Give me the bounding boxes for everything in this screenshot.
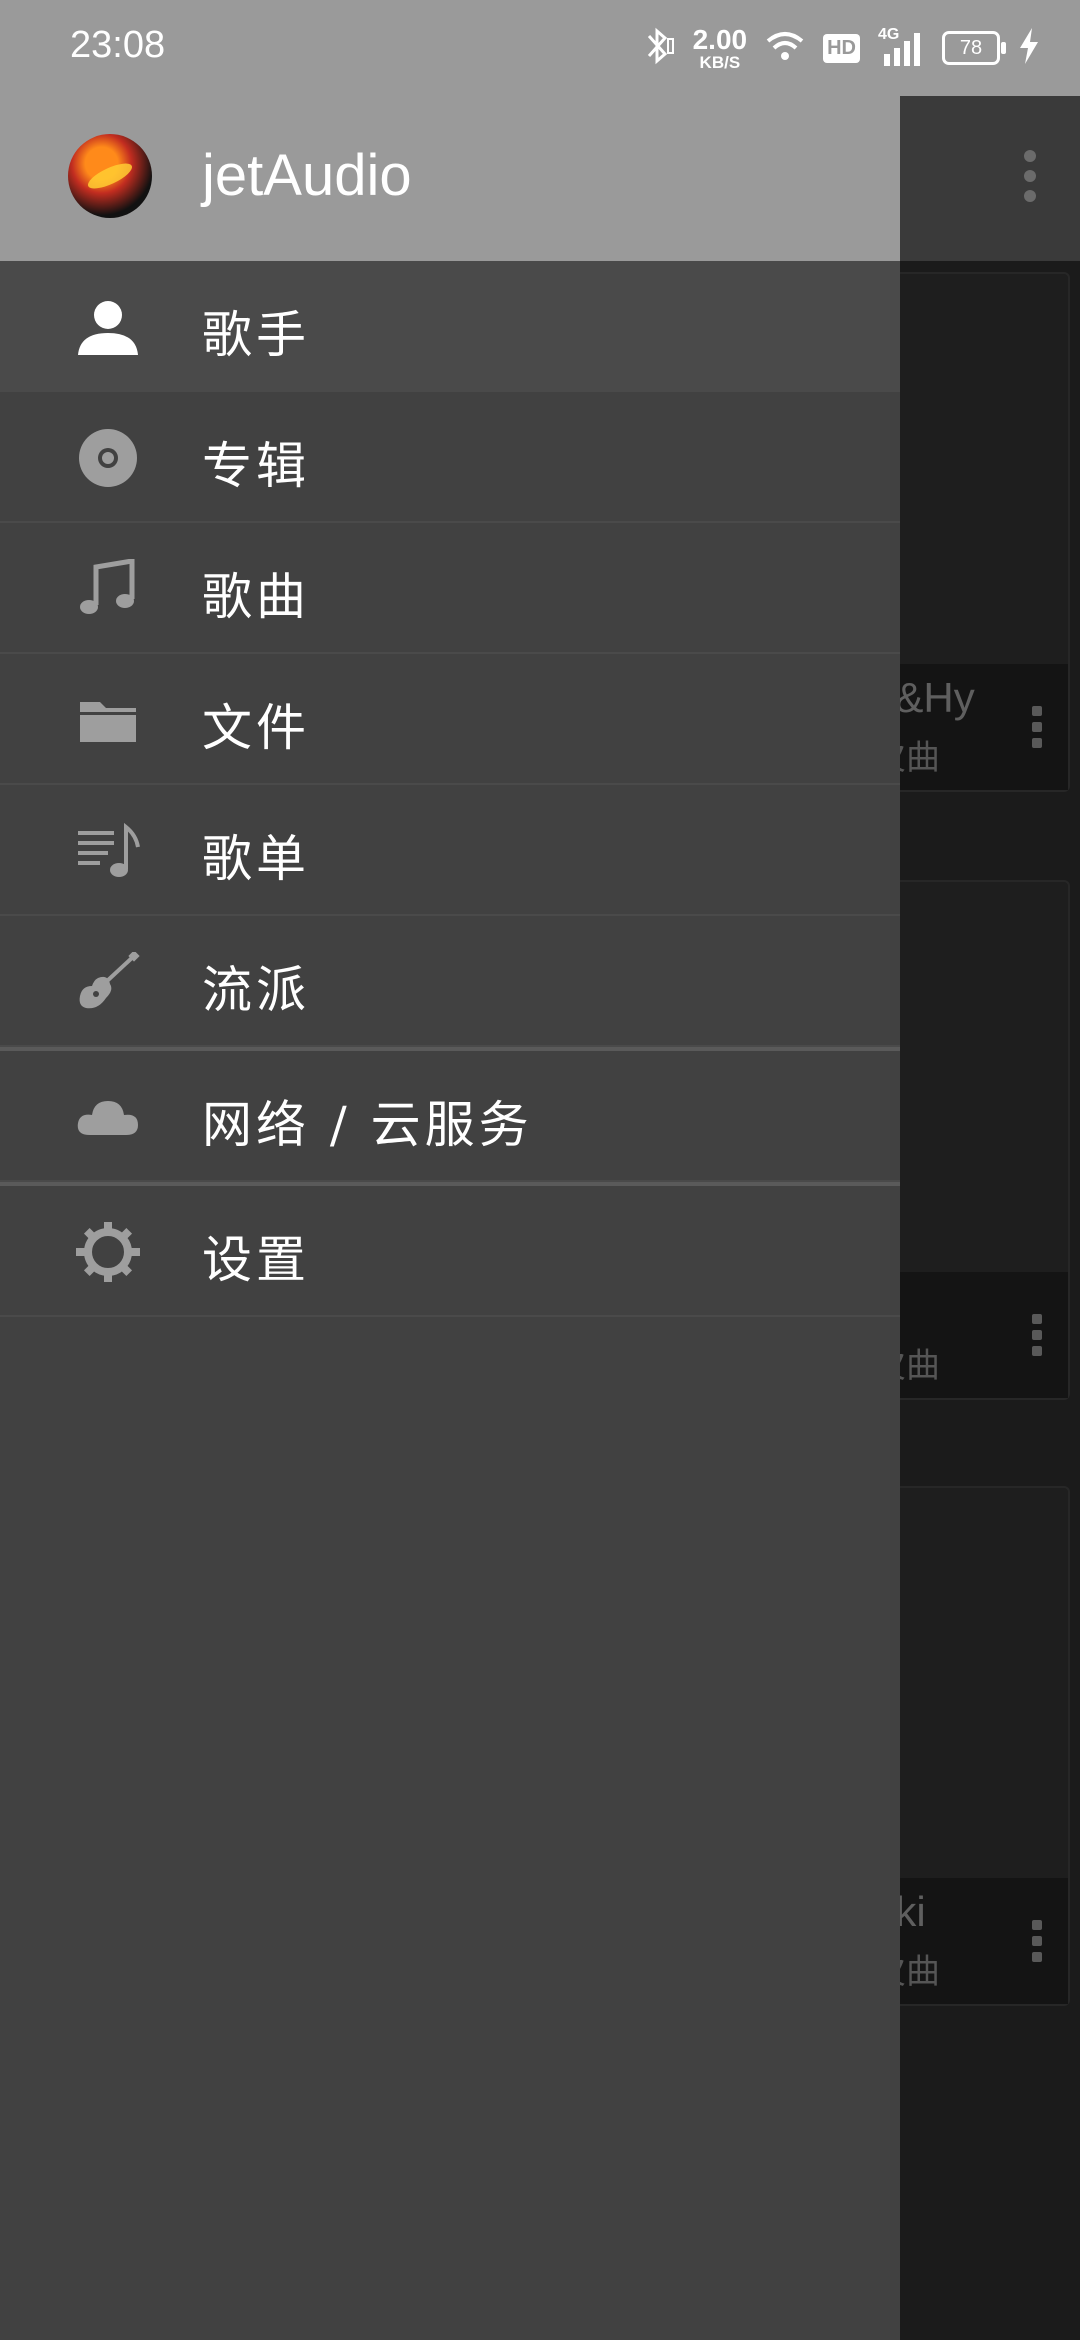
cloud-icon	[76, 1087, 140, 1147]
drawer-menu: 歌手 专辑 歌曲 文件 歌单 流派 网络 / 云服务 设置	[0, 261, 900, 1317]
drawer-item-label: 歌手	[202, 306, 310, 364]
playlist-icon	[76, 821, 140, 881]
status-time: 23:08	[70, 24, 166, 66]
drawer-item-label: 网络 / 云服务	[202, 1096, 533, 1154]
drawer-item-genres[interactable]: 流派	[0, 916, 900, 1047]
cell-signal-icon: 4G	[878, 26, 924, 68]
drawer-item-label: 文件	[202, 699, 310, 757]
drawer-item-cloud-services[interactable]: 网络 / 云服务	[0, 1051, 900, 1182]
battery-indicator: 78	[942, 31, 1006, 65]
net-speed-value: 2.00	[692, 23, 748, 55]
more-options-icon	[1024, 150, 1036, 210]
bluetooth-icon	[641, 27, 675, 69]
gear-icon	[76, 1222, 140, 1282]
drawer-item-label: 专辑	[202, 437, 310, 495]
drawer-item-label: 歌曲	[202, 568, 310, 626]
card-caption: o&Hy 欠曲	[872, 664, 1068, 790]
net-speed: 2.00 KB/S	[692, 23, 748, 72]
drawer-item-albums[interactable]: 专辑	[0, 392, 900, 523]
background-card: r' 欠曲	[870, 880, 1070, 1400]
net-speed-unit: KB/S	[699, 52, 741, 72]
drawer-item-files[interactable]: 文件	[0, 654, 900, 785]
folder-icon	[76, 690, 140, 750]
drawer-item-label: 设置	[202, 1231, 310, 1289]
wifi-icon	[765, 29, 805, 67]
card-caption: uki 欠曲	[872, 1878, 1068, 2004]
card-more-icon	[1032, 706, 1042, 754]
drawer-header: jetAudio	[0, 96, 900, 261]
charging-icon	[1018, 28, 1040, 68]
disc-icon	[76, 428, 140, 488]
background-card: o&Hy 欠曲	[870, 272, 1070, 792]
drawer-item-artists[interactable]: 歌手	[0, 261, 900, 392]
status-bar: 23:08 2.00 KB/S HD 4G 78	[0, 0, 1080, 96]
app-title: jetAudio	[202, 143, 412, 208]
hd-badge: HD	[823, 33, 860, 63]
card-more-icon	[1032, 1314, 1042, 1362]
guitar-icon	[76, 950, 140, 1012]
status-icons: 2.00 KB/S HD 4G 78	[641, 22, 1040, 74]
music-note-icon	[76, 558, 140, 619]
card-caption: r' 欠曲	[872, 1272, 1068, 1398]
drawer-item-label: 歌单	[202, 830, 310, 888]
person-icon	[76, 297, 140, 357]
drawer-item-settings[interactable]: 设置	[0, 1186, 900, 1317]
drawer-item-songs[interactable]: 歌曲	[0, 523, 900, 654]
drawer-item-label: 流派	[202, 961, 310, 1019]
jetaudio-logo-icon	[68, 134, 152, 218]
drawer-item-playlists[interactable]: 歌单	[0, 785, 900, 916]
background-card: uki 欠曲	[870, 1486, 1070, 2006]
navigation-drawer: jetAudio 歌手 专辑 歌曲 文件 歌单 流派 网络 / 云服务 设置	[0, 96, 900, 2340]
card-more-icon	[1032, 1920, 1042, 1968]
